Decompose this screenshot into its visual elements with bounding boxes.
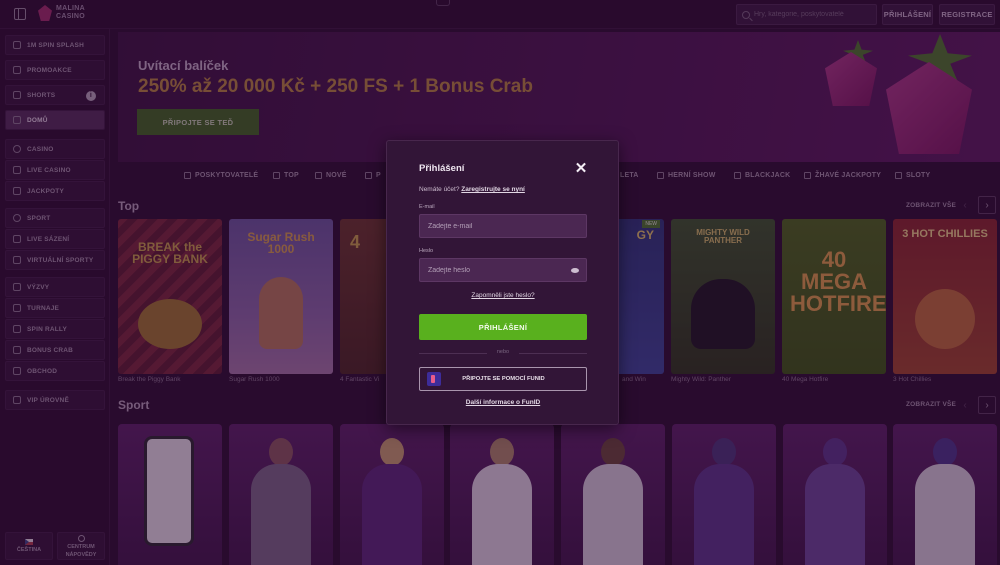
modal-title: Přihlášení (419, 163, 465, 174)
login-modal: Přihlášení ✕ Nemáte účet? Zaregistrujte … (386, 140, 619, 425)
no-account-text: Nemáte účet? Zaregistrujte se nyní (419, 186, 525, 193)
register-link[interactable]: Zaregistrujte se nyní (461, 186, 525, 193)
login-submit-button[interactable]: PŘIHLÁŠENÍ (419, 314, 587, 340)
password-label: Heslo (419, 248, 434, 254)
email-label: E-mail (419, 204, 435, 210)
funid-info-link[interactable]: Další informace o FunID (419, 399, 587, 406)
close-icon[interactable]: ✕ (574, 161, 588, 176)
eye-icon[interactable] (571, 268, 579, 273)
email-field[interactable] (419, 214, 587, 238)
forgot-password-link[interactable]: Zapomněli jste heslo? (419, 292, 587, 299)
or-divider: nebo (419, 349, 587, 357)
password-field[interactable] (419, 258, 587, 282)
funid-logo-icon (427, 372, 441, 386)
funid-login-button[interactable]: PŘIPOJTE SE POMOCÍ FUNID (419, 367, 587, 391)
